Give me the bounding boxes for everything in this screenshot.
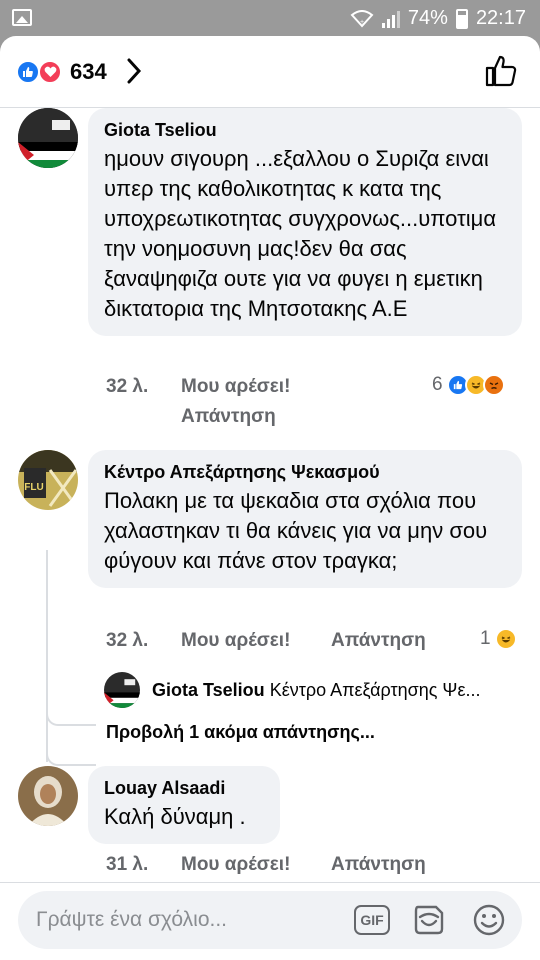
avatar[interactable]: FLU <box>18 450 78 510</box>
reply-author: Giota Tseliou <box>152 680 265 700</box>
gif-button[interactable]: GIF <box>354 905 390 935</box>
thread-line <box>46 550 48 762</box>
clock: 22:17 <box>475 7 526 29</box>
emoji-icon[interactable] <box>472 903 506 942</box>
comment-time: 32 λ. <box>106 376 149 397</box>
comment-reaction-count: 1 <box>480 628 491 649</box>
avatar[interactable] <box>104 672 140 708</box>
reply-preview[interactable]: Giota Tseliou Κέντρο Απεξάρτησης Ψε... <box>152 680 522 701</box>
battery-icon <box>455 8 468 29</box>
comment-author[interactable]: Κέντρο Απεξάρτησης Ψεκασμού <box>104 460 506 484</box>
avatar[interactable] <box>18 108 78 168</box>
thread-connector <box>46 696 96 726</box>
reactions-header[interactable]: 634 <box>0 36 540 108</box>
thread-connector <box>46 736 96 766</box>
reply-text: Κέντρο Απεξάρτησης Ψε... <box>269 680 481 700</box>
comments-sheet: 634 Giota Tseliou ημουν σιγουρη ...εξαλλ… <box>0 36 540 960</box>
like-reaction-icon <box>16 60 40 84</box>
comment-author[interactable]: Giota Tseliou <box>104 118 506 142</box>
comment-reactions[interactable]: 6 <box>432 374 505 396</box>
comment-author[interactable]: Louay Alsaadi <box>104 776 264 800</box>
like-post-icon[interactable] <box>484 54 518 93</box>
wifi-icon: + <box>350 9 374 28</box>
comment-bubble: Giota Tseliou ημουν σιγουρη ...εξαλλου ο… <box>88 108 522 336</box>
reply-button[interactable]: Απάντηση <box>181 406 276 428</box>
comment-time: 32 λ. <box>106 630 149 651</box>
view-more-replies-link[interactable]: Προβολή 1 ακόμα απάντησης... <box>106 722 375 743</box>
haha-reaction-icon <box>494 628 517 650</box>
comment-bubble: Louay Alsaadi Καλή δύναμη . <box>88 766 280 844</box>
comment-reactions[interactable]: 1 <box>480 628 517 650</box>
reply-button[interactable]: Απάντηση <box>331 854 426 876</box>
signal-icon <box>381 10 400 28</box>
gallery-icon <box>12 9 32 26</box>
svg-text:FLU: FLU <box>24 482 43 493</box>
comment-composer: GIF <box>18 891 522 949</box>
comment-bubble: Κέντρο Απεξάρτησης Ψεκασμού Πολακη με τα… <box>88 450 522 588</box>
comment-time: 31 λ. <box>106 854 149 875</box>
battery-percent: 74% <box>407 7 448 29</box>
comment-text: Πολακη με τα ψεκαδια στα σχόλια που χαλα… <box>104 488 488 573</box>
sticker-icon[interactable] <box>412 903 446 942</box>
angry-reaction-icon <box>482 374 505 396</box>
love-reaction-icon <box>38 60 62 84</box>
reply-button[interactable]: Απάντηση <box>331 630 426 652</box>
like-button[interactable]: Μου αρέσει! <box>181 376 290 398</box>
avatar[interactable] <box>18 766 78 826</box>
divider <box>0 882 540 883</box>
like-button[interactable]: Μου αρέσει! <box>181 854 290 876</box>
chevron-right-icon[interactable] <box>126 58 142 89</box>
comment-text: Καλή δύναμη . <box>104 804 246 829</box>
reaction-count: 634 <box>70 59 107 84</box>
comment-reaction-count: 6 <box>432 374 443 395</box>
svg-text:+: + <box>360 19 364 26</box>
like-button[interactable]: Μου αρέσει! <box>181 630 290 652</box>
status-bar: + 74% 22:17 <box>0 0 540 36</box>
comment-input[interactable] <box>36 905 336 935</box>
comment-text: ημουν σιγουρη ...εξαλλου ο Συριζα ειναι … <box>104 146 497 321</box>
